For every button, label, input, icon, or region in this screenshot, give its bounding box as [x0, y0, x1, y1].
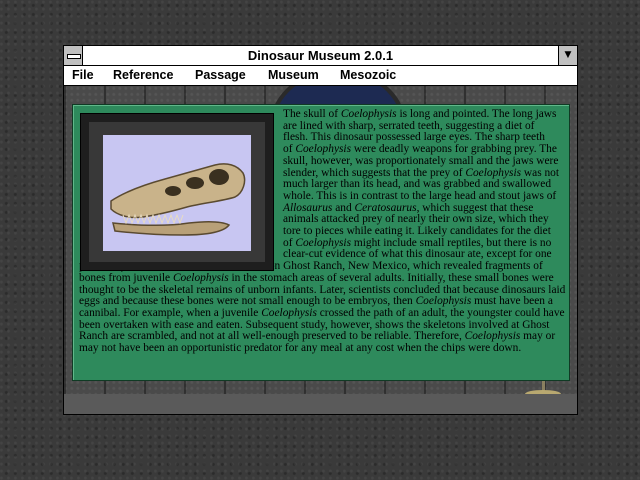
- article-span: thought to be the skeletal remains of un…: [79, 283, 566, 296]
- article-line: tore to pieces while eating it. Likely c…: [283, 225, 551, 237]
- article-span: is long and pointed. The long jaws: [396, 108, 557, 120]
- app-window: Dinosaur Museum 2.0.1 ▼ File Reference P…: [64, 46, 577, 414]
- article-line: clear-cut evidence of what this dinosaur…: [283, 249, 552, 260]
- article-line: Allosaurus and Ceratosaurus, which sugge…: [283, 201, 534, 214]
- article-line: The skull of Coelophysis is long and poi…: [283, 108, 557, 120]
- article-span: were deadly weapons for grabbing prey. T…: [351, 143, 557, 156]
- dinosaur-skull-image: [103, 135, 251, 251]
- floor: [64, 394, 577, 414]
- window-title: Dinosaur Museum 2.0.1: [247, 48, 394, 63]
- menu-bar: File Reference Passage Museum Mesozoic: [64, 66, 577, 86]
- article-line: cannibal. For example, when a juvenile C…: [79, 306, 565, 319]
- article-line: may not have been an opportunistic preda…: [79, 342, 522, 354]
- article-line: skull, however, was proportionately smal…: [283, 154, 559, 167]
- article-line: been overtaken with ease and eaten. Subs…: [79, 318, 550, 331]
- menu-museum[interactable]: Museum: [268, 68, 319, 82]
- article-span: cannibal. For example, when a juvenile: [79, 306, 262, 319]
- article-span: may or: [520, 330, 556, 343]
- article-span: are lined with sharp, serrated teeth, su…: [283, 119, 535, 132]
- article-italic: Allosaurus: [283, 201, 333, 214]
- menu-file[interactable]: File: [72, 68, 94, 82]
- article-span: tore to pieces while eating it. Likely c…: [283, 225, 551, 237]
- article-span: The skull of: [283, 108, 341, 120]
- article-span: been overtaken with ease and eaten. Subs…: [79, 318, 550, 331]
- article-span: skull, however, was proportionately smal…: [283, 154, 559, 167]
- article-span: of: [283, 236, 296, 249]
- article-span: crossed the path of an adult, the youngs…: [316, 306, 565, 319]
- article-italic: Ceratosaurus: [354, 201, 417, 214]
- photo-frame: [80, 113, 274, 271]
- article-span: much larger than its head, and was grabb…: [283, 178, 552, 191]
- title-bar: Dinosaur Museum 2.0.1 ▼: [64, 46, 577, 66]
- article-line: Ranch are scrambled, and not at all well…: [79, 331, 555, 342]
- article-line: bones from juvenile Coelophysis in the s…: [79, 271, 554, 284]
- article-span: , which suggest that these: [416, 201, 534, 214]
- article-span: in the stomach areas of several adults. …: [228, 271, 554, 284]
- article-span: might include small reptiles, but there …: [351, 236, 552, 249]
- article-line: are lined with sharp, serrated teeth, su…: [283, 119, 535, 132]
- menu-passage[interactable]: Passage: [195, 68, 246, 82]
- article-line: whole. This is in contrast to the large …: [283, 189, 557, 202]
- article-span: eggs and because these bones were not sm…: [79, 295, 416, 308]
- article-span: may not have been an opportunistic preda…: [79, 342, 522, 354]
- article-line: animals attacked prey of nearly their ow…: [283, 214, 549, 225]
- article-italic: Coelophysis: [261, 306, 317, 319]
- article-span: animals attacked prey of nearly their ow…: [283, 213, 549, 226]
- article-italic: Coelophysis: [415, 295, 472, 308]
- article-span: bones from juvenile: [79, 271, 173, 284]
- article-span: whole. This is in contrast to the large …: [283, 189, 557, 202]
- article-italic: Coelophysis: [295, 143, 352, 156]
- article-span: slender, which suggests that the prey of: [283, 166, 466, 179]
- article-span: and: [332, 201, 355, 214]
- article-italic: Coelophysis: [465, 166, 522, 179]
- maximize-arrow-icon[interactable]: ▼: [558, 46, 577, 65]
- article-italic: Coelophysis: [172, 271, 229, 284]
- article-line: of Coelophysis might include small repti…: [283, 236, 552, 249]
- article-italic: Coelophysis: [295, 236, 352, 249]
- article-span: clear-cut evidence of what this dinosaur…: [283, 248, 552, 261]
- article-line: thought to be the skeletal remains of un…: [79, 283, 566, 296]
- article-span: flesh. This dinosaur possessed large eye…: [283, 131, 545, 144]
- info-panel: The skull of Coelophysis is long and poi…: [72, 104, 570, 381]
- menu-reference[interactable]: Reference: [113, 68, 173, 82]
- article-line: flesh. This dinosaur possessed large eye…: [283, 132, 545, 143]
- article-line: slender, which suggests that the prey of…: [283, 166, 560, 179]
- article-span: must have been a: [471, 295, 553, 308]
- article-italic: Coelophysis: [464, 330, 521, 343]
- system-menu-icon[interactable]: [64, 46, 83, 65]
- article-line: of Coelophysis were deadly weapons for g…: [283, 143, 557, 156]
- menu-mesozoic[interactable]: Mesozoic: [340, 68, 396, 82]
- article-span: Ranch are scrambled, and not at all well…: [79, 330, 465, 343]
- article-line: eggs and because these bones were not sm…: [79, 295, 553, 308]
- museum-scene: The skull of Coelophysis is long and poi…: [64, 86, 577, 414]
- article-italic: Coelophysis: [340, 108, 397, 120]
- article-span: of: [283, 143, 296, 156]
- article-span: was not: [521, 166, 560, 179]
- skull-icon: [110, 163, 246, 236]
- article-line: much larger than its head, and was grabb…: [283, 178, 552, 191]
